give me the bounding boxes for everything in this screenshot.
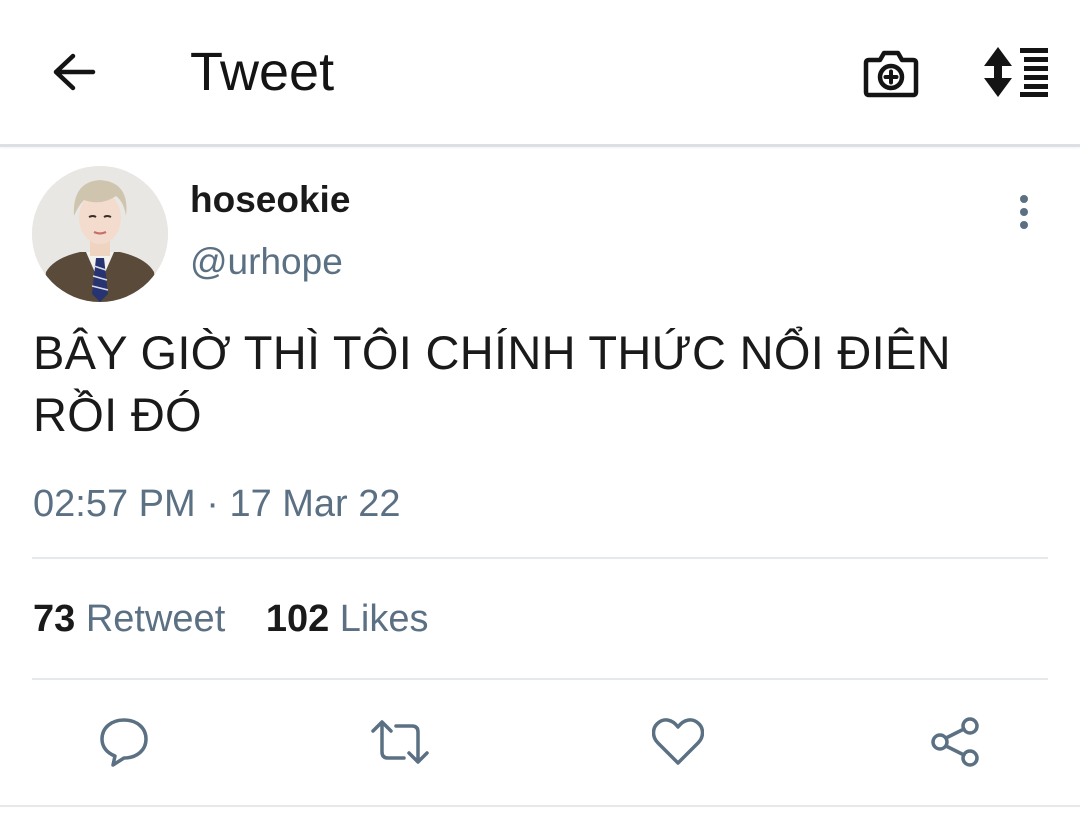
tweet-text: BÂY GIỜ THÌ TÔI CHÍNH THỨC NỔI ĐIÊN RỒI … <box>33 326 951 441</box>
tweet-timestamp: 02:57 PM · 17 Mar 22 <box>33 481 401 527</box>
likes-stat[interactable]: 102 Likes <box>266 596 429 642</box>
like-button[interactable] <box>646 712 710 772</box>
divider <box>32 678 1048 680</box>
retweet-count: 73 <box>33 598 76 640</box>
sort-list-icon <box>984 47 1048 97</box>
tweet-date: 17 Mar 22 <box>229 483 401 525</box>
retweet-icon <box>371 720 429 764</box>
likes-count: 102 <box>265 598 330 640</box>
heart-icon <box>652 718 704 765</box>
divider <box>32 557 1048 559</box>
divider <box>0 805 1080 807</box>
reply-bubble-icon <box>100 718 148 767</box>
author-handle[interactable]: @urhope <box>190 240 343 284</box>
share-button[interactable] <box>924 712 988 772</box>
more-vertical-icon <box>1020 195 1028 229</box>
likes-label: Likes <box>339 598 429 640</box>
back-button[interactable] <box>44 40 104 104</box>
page-title: Tweet <box>190 42 335 102</box>
retweet-stat[interactable]: 73 Retweet <box>33 596 225 642</box>
avatar[interactable] <box>32 166 168 302</box>
camera-plus-icon <box>863 50 919 98</box>
sort-button[interactable] <box>978 40 1054 104</box>
timestamp-separator: · <box>206 483 219 525</box>
top-app-bar: Tweet <box>0 0 1080 147</box>
retweet-button[interactable] <box>368 712 432 772</box>
reply-button[interactable] <box>92 712 156 772</box>
arrow-left-icon <box>53 53 96 91</box>
tweet-detail-screen: Tweet hoseokie @urhope BÂY GIỜ THÌ TÔI C… <box>0 0 1080 819</box>
tweet-time: 02:57 PM <box>33 483 196 525</box>
more-options-button[interactable] <box>1000 188 1048 236</box>
avatar-image <box>32 166 168 302</box>
retweet-label: Retweet <box>85 598 226 640</box>
author-display-name[interactable]: hoseokie <box>190 178 350 222</box>
camera-button[interactable] <box>858 40 924 104</box>
tweet-stats: 73 Retweet 102 Likes <box>33 596 429 642</box>
share-icon <box>931 717 979 767</box>
